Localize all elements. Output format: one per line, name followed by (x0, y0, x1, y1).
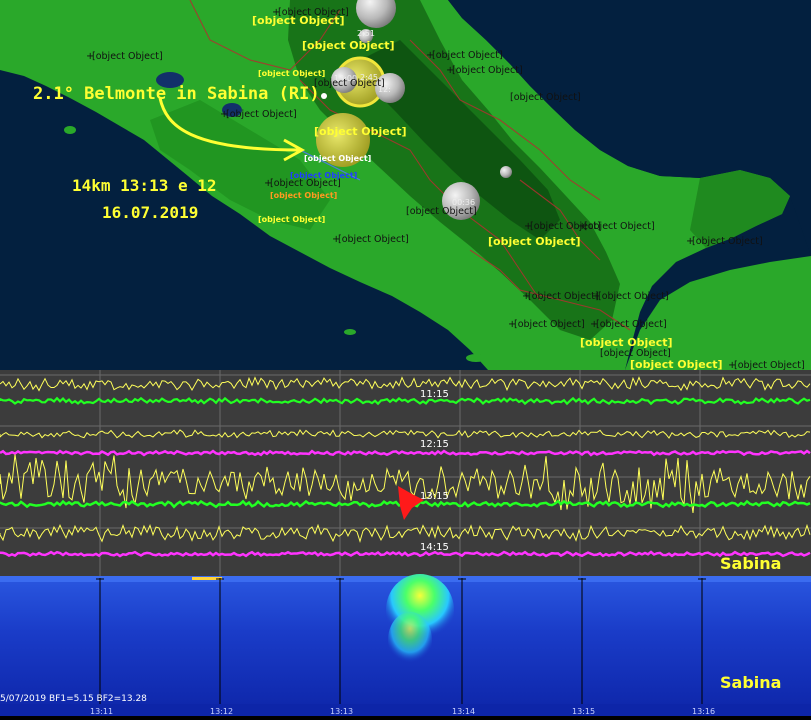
spectrogram-filter-info: 5/07/2019 BF1=5.15 BF2=13.28 (0, 694, 147, 704)
station-label: [object Object] (258, 69, 325, 78)
monitor-canvas: 2:51 13:00 2:45 12: 00:36 [object Object… (0, 0, 811, 716)
trace-time-label: 13:15 (420, 491, 449, 502)
time-tick: 13:14 (452, 707, 475, 716)
helicorder-panel: 11:15 12:15 13:15 14:15 Sabina (0, 370, 811, 576)
svg-text:+: + (728, 360, 736, 371)
trace-time-label: 12:15 (420, 439, 449, 450)
svg-text:+: + (590, 319, 598, 330)
time-tick: 13:12 (210, 707, 233, 716)
city-label: [object Object] (528, 291, 599, 302)
city-label: [object Object] (598, 291, 669, 302)
svg-text:+: + (592, 291, 600, 302)
regional-map: 2:51 13:00 2:45 12: 00:36 [object Object… (0, 0, 811, 371)
event-marker[interactable] (500, 166, 512, 178)
seismic-monitor-view: 2:51 13:00 2:45 12: 00:36 [object Object… (0, 0, 811, 716)
city-label: [object Object] (338, 234, 409, 245)
svg-text:+: + (426, 50, 434, 61)
station-label: [object Object] (314, 125, 407, 138)
svg-text:+: + (446, 65, 454, 76)
annotation-date: 16.07.2019 (102, 203, 198, 222)
city-label: [object Object] (432, 50, 503, 61)
island (344, 329, 356, 335)
time-tick: 13:13 (330, 707, 353, 716)
spectrogram-panel: Sabina 5/07/2019 BF1=5.15 BF2=13.28 13:1… (0, 574, 811, 716)
city-label: [object Object] (596, 319, 667, 330)
city-label: [object Object] (734, 360, 805, 371)
city-label: [object Object] (314, 78, 385, 89)
svg-text:+: + (264, 178, 272, 189)
island (64, 126, 76, 134)
city-label: [object Object] (510, 92, 581, 103)
station-label: [object Object] (290, 171, 357, 180)
station-label: [object Object] (580, 336, 673, 349)
station-label: [object Object] (630, 358, 723, 371)
station-label: [object Object] (270, 191, 337, 200)
station-label: [object Object] (252, 14, 345, 27)
spectrogram-energy-tail (388, 612, 432, 668)
annotation-details: 14km 13:13 e 12 (72, 176, 217, 195)
marker-time: 2:51 (357, 29, 375, 38)
trace-time-label: 11:15 (420, 389, 449, 400)
city-label: [object Object] (692, 236, 763, 247)
station-label: [object Object] (304, 154, 371, 163)
city-label: [object Object] (584, 221, 655, 232)
event-marker[interactable] (321, 93, 327, 99)
station-label: [object Object] (258, 215, 325, 224)
svg-text:+: + (578, 221, 586, 232)
time-tick: 13:15 (572, 707, 595, 716)
svg-text:+: + (522, 291, 530, 302)
svg-text:+: + (686, 236, 694, 247)
city-label: [object Object] (406, 206, 477, 217)
svg-text:+: + (86, 51, 94, 62)
trace-time-label: 14:15 (420, 542, 449, 553)
time-tick: 13:11 (90, 707, 113, 716)
svg-text:+: + (220, 109, 228, 120)
time-tick: 13:16 (692, 707, 715, 716)
station-label: [object Object] (488, 235, 581, 248)
spectrogram-axis-bar (0, 704, 811, 716)
helicorder-station-label: Sabina (720, 554, 781, 573)
island (466, 354, 486, 362)
svg-text:+: + (508, 319, 516, 330)
city-label: [object Object] (452, 65, 523, 76)
city-label: [object Object] (92, 51, 163, 62)
city-label: [object Object] (226, 109, 297, 120)
spectrogram-station-label: Sabina (720, 673, 781, 692)
station-label: [object Object] (302, 39, 395, 52)
city-label: [object Object] (514, 319, 585, 330)
svg-text:+: + (524, 221, 532, 232)
svg-text:+: + (332, 234, 340, 245)
annotation-title: 2.1° Belmonte in Sabina (RI) (33, 84, 320, 104)
